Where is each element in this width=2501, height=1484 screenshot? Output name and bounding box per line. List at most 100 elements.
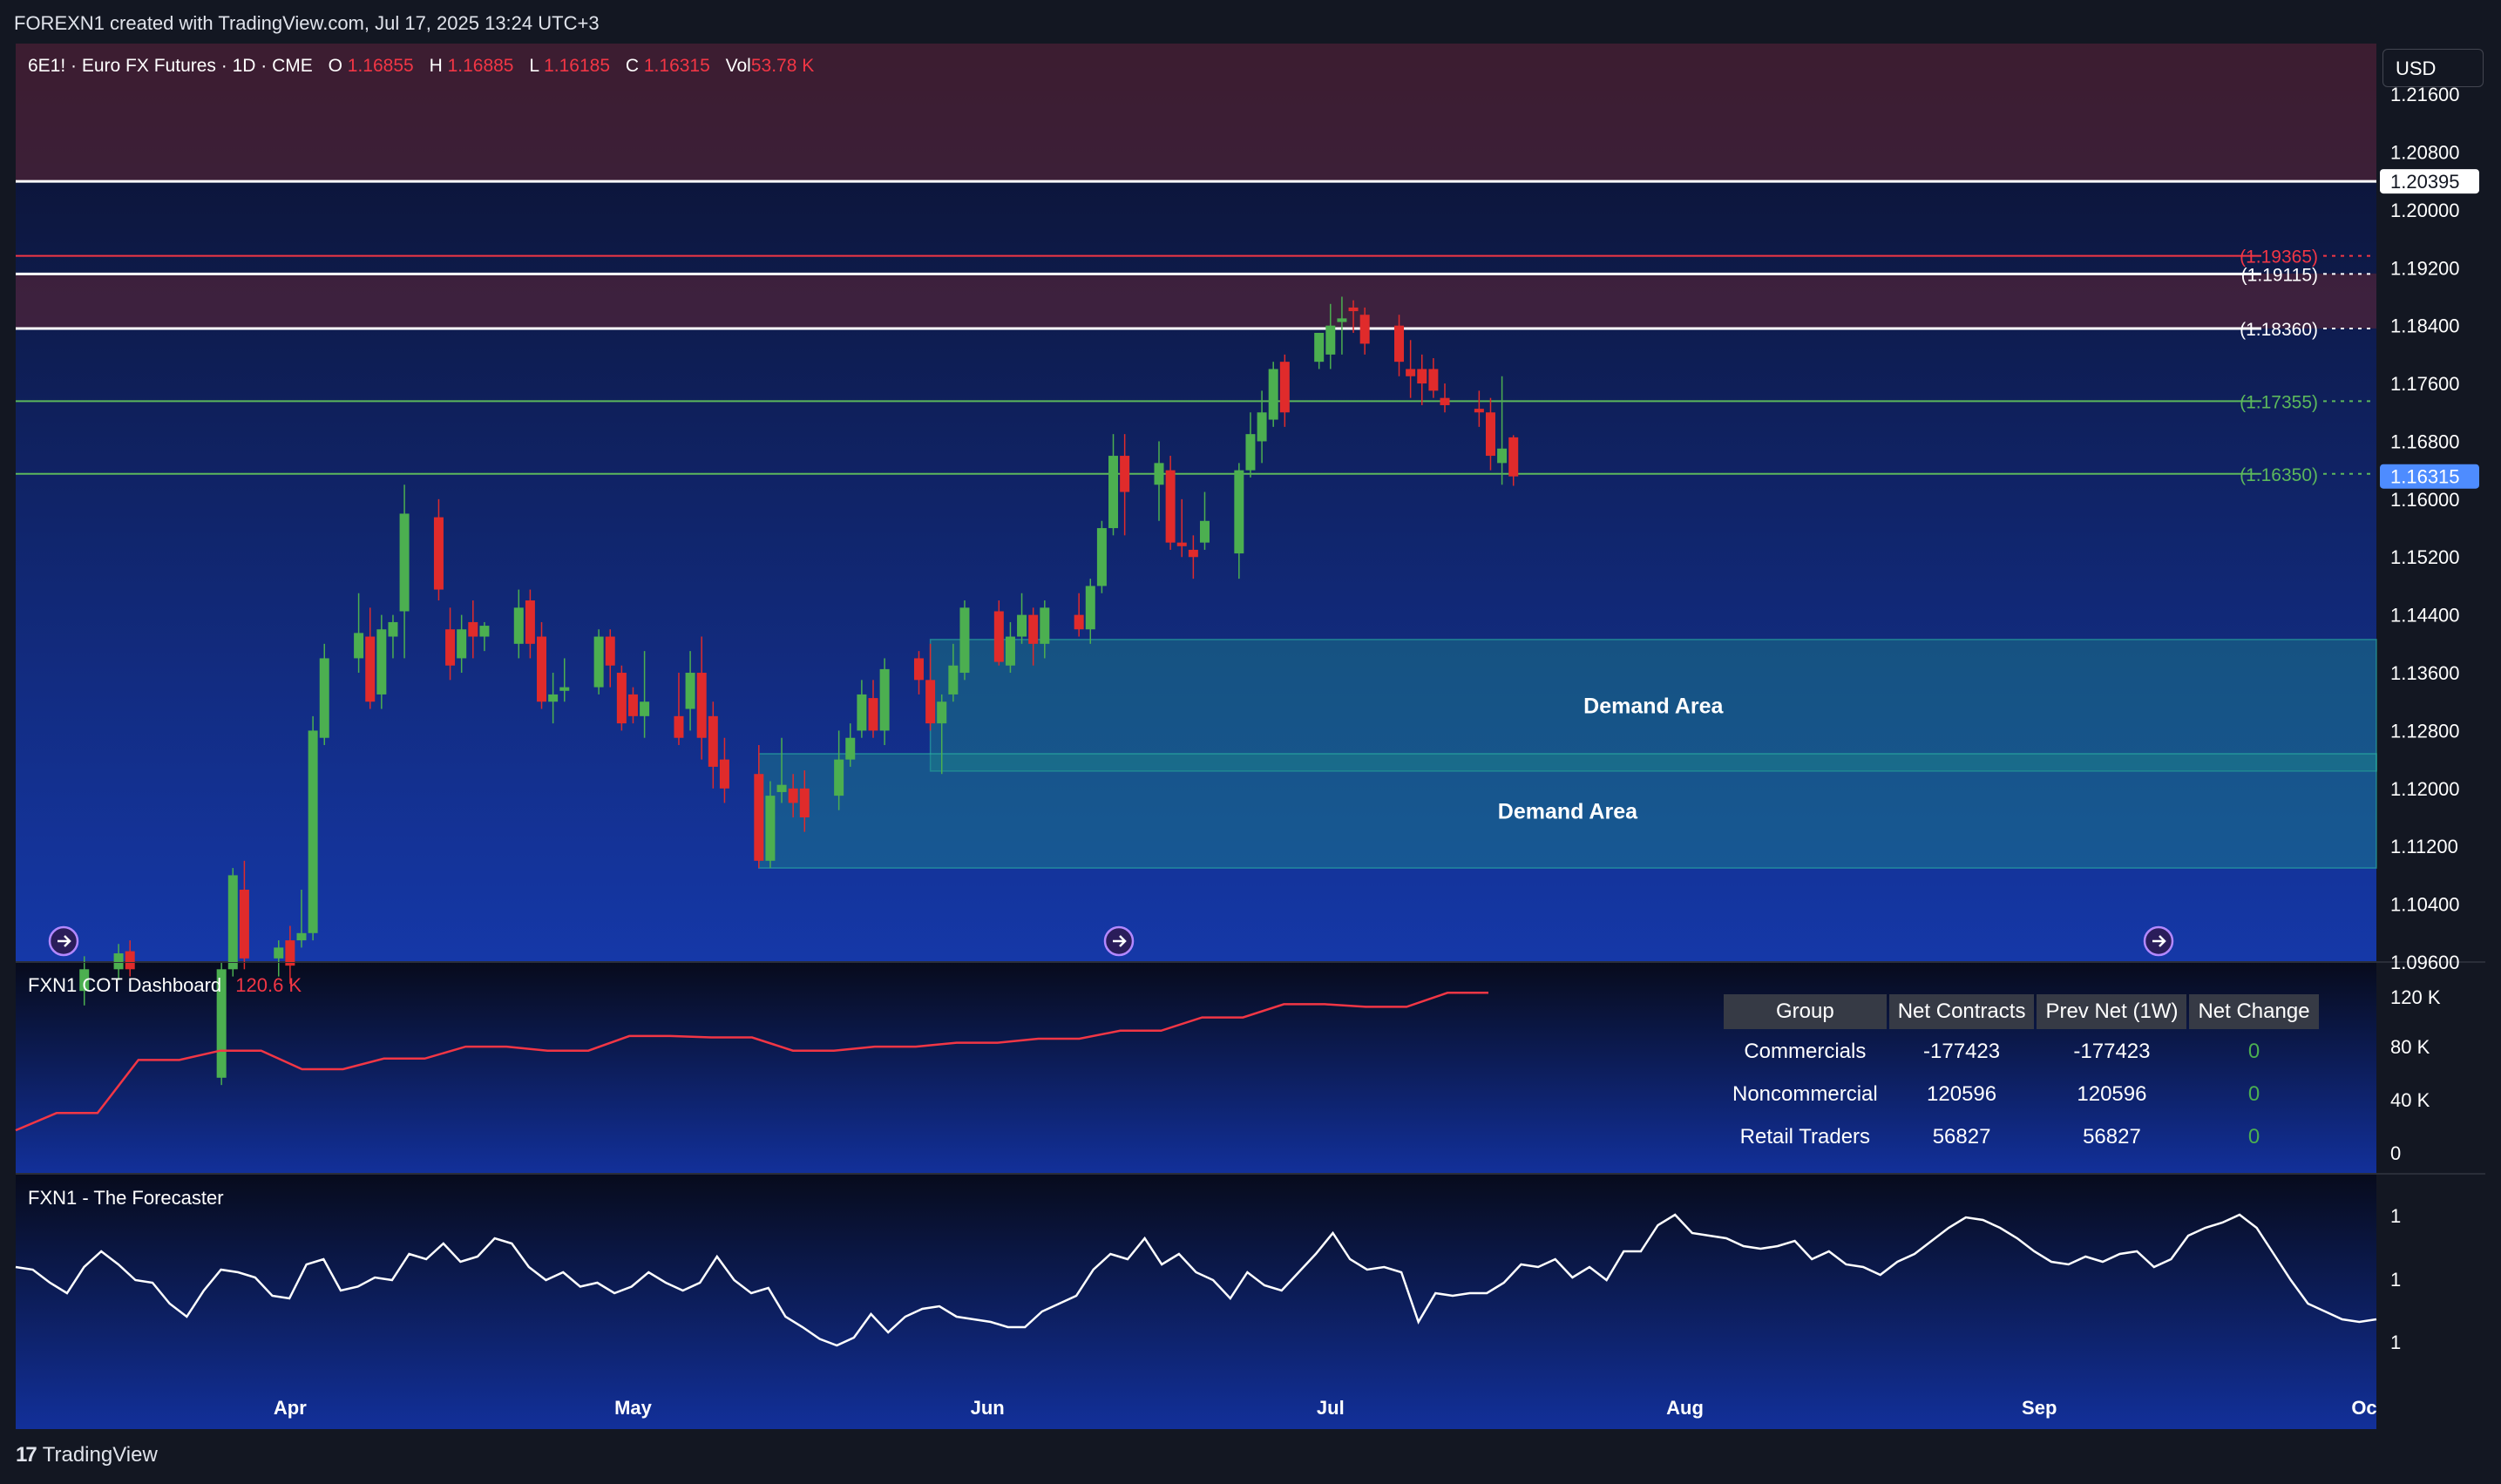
table-row: Noncommercial 120596 120596 0 <box>1724 1074 2319 1115</box>
candle-body <box>593 636 604 688</box>
time-tick: Jun <box>971 1397 1005 1419</box>
candle-body <box>1394 325 1405 363</box>
candle-body <box>296 932 307 941</box>
change-cell: 0 <box>2247 1125 2260 1149</box>
forecaster-pane <box>16 1174 2376 1429</box>
price-label-text: 1.20395 <box>2390 171 2460 193</box>
candle-body <box>925 680 936 724</box>
price-tick: 1.09600 <box>2390 952 2460 973</box>
net-cell: -177423 <box>1923 1040 2001 1063</box>
prev-cell: 120596 <box>2077 1082 2147 1106</box>
symbol-name[interactable]: 6E1! · Euro FX Futures · 1D · CME <box>28 56 313 76</box>
candle-body <box>674 715 684 738</box>
candle-body <box>685 673 695 709</box>
change-cell: 0 <box>2247 1082 2260 1106</box>
candle-body <box>513 607 524 644</box>
candle-body <box>537 636 547 702</box>
table-header-row: Group Net Contracts Prev Net (1W) Net Ch… <box>1724 994 2319 1029</box>
demand-area-label: Demand Area <box>1498 800 1638 824</box>
currency-button[interactable]: USD <box>2382 49 2484 87</box>
cot-tick: 0 <box>2390 1142 2401 1164</box>
candle-body <box>1474 409 1484 413</box>
candle-body <box>479 626 490 637</box>
time-tick: May <box>614 1397 653 1419</box>
group-cell: Commercials <box>1744 1040 1867 1063</box>
candle-body <box>627 694 638 716</box>
pane-edge <box>16 962 2376 963</box>
candle-body <box>868 698 878 731</box>
candle-body <box>799 788 810 818</box>
volume-label: Vol <box>725 56 751 76</box>
candle-body <box>1017 614 1027 637</box>
forecaster-tick: 1 <box>2390 1269 2401 1291</box>
cot-title: FXN1 COT Dashboard <box>28 974 222 996</box>
bottom-bar <box>0 1432 2501 1484</box>
candle-body <box>468 621 478 637</box>
time-tick: Aug <box>1666 1397 1704 1419</box>
candle-body <box>354 633 364 659</box>
price-tick: 1.17600 <box>2390 373 2460 395</box>
candle-body <box>1176 542 1187 546</box>
header-net-contracts: Net Contracts <box>1888 994 2035 1029</box>
cot-value: 120.6 K <box>235 974 302 996</box>
cot-table: Group Net Contracts Prev Net (1W) Net Ch… <box>1721 992 2321 1160</box>
candle-body <box>1314 332 1325 363</box>
candle-body <box>525 600 535 644</box>
candle-body <box>399 513 410 612</box>
candle-body <box>696 673 707 738</box>
candle-body <box>616 673 627 724</box>
candle-body <box>227 875 238 970</box>
candle-body <box>1485 412 1495 457</box>
price-tick: 1.13600 <box>2390 662 2460 684</box>
candle-body <box>1257 412 1267 442</box>
tradingview-logo[interactable]: 17 TradingView <box>16 1443 158 1467</box>
price-tick: 1.16800 <box>2390 430 2460 452</box>
high-value: 1.16885 <box>447 56 514 76</box>
candle-body <box>1497 448 1508 464</box>
candle-body <box>445 629 456 666</box>
price-tick: 1.20000 <box>2390 200 2460 221</box>
candle-body <box>937 701 947 724</box>
event-marker-icon[interactable] <box>48 925 79 957</box>
price-tick: 1.15200 <box>2390 546 2460 568</box>
net-cell: 56827 <box>1932 1125 1991 1149</box>
candle-body <box>1108 456 1119 529</box>
candle-body <box>1279 362 1290 413</box>
time-tick: Oc <box>2351 1397 2376 1419</box>
candle-body <box>834 759 844 796</box>
price-label-text: 1.16315 <box>2390 466 2460 488</box>
candle-body <box>274 947 284 959</box>
candle-body <box>1085 586 1095 630</box>
candle-body <box>365 636 376 702</box>
open-label: O <box>328 56 342 76</box>
group-cell: Noncommercial <box>1732 1082 1878 1106</box>
candle-body <box>1165 470 1176 543</box>
candle-body <box>605 636 615 666</box>
candle-body <box>1096 528 1107 586</box>
candle-body <box>1508 437 1519 477</box>
candle-body <box>1428 369 1439 391</box>
cot-tick: 40 K <box>2390 1089 2430 1111</box>
candle-body <box>1337 318 1347 322</box>
chart-canvas[interactable]: Demand Area Demand Area (1.19365)(1.19115… <box>0 0 2501 1432</box>
event-marker-icon[interactable] <box>1103 925 1135 957</box>
candle-body <box>285 940 295 966</box>
time-tick: Jul <box>1317 1397 1345 1419</box>
candle-body <box>113 953 124 970</box>
candle-body <box>1440 397 1450 405</box>
candle-body <box>308 730 318 933</box>
cot-tick: 80 K <box>2390 1036 2430 1058</box>
net-cell: 120596 <box>1927 1082 1997 1106</box>
high-label: H <box>429 56 443 76</box>
volume-value: 53.78 K <box>750 56 815 76</box>
price-tick: 1.10400 <box>2390 894 2460 916</box>
price-tick: 1.12800 <box>2390 720 2460 742</box>
forecaster-pane-title: FXN1 - The Forecaster <box>28 1187 224 1209</box>
candle-body <box>1245 434 1256 471</box>
event-marker-icon[interactable] <box>2143 925 2174 957</box>
level-label: (1.17355) <box>2240 392 2318 412</box>
time-tick: Sep <box>2022 1397 2057 1419</box>
level-label: (1.19365) <box>2240 247 2318 268</box>
candle-body <box>1040 607 1050 644</box>
price-tick: 1.16000 <box>2390 489 2460 511</box>
